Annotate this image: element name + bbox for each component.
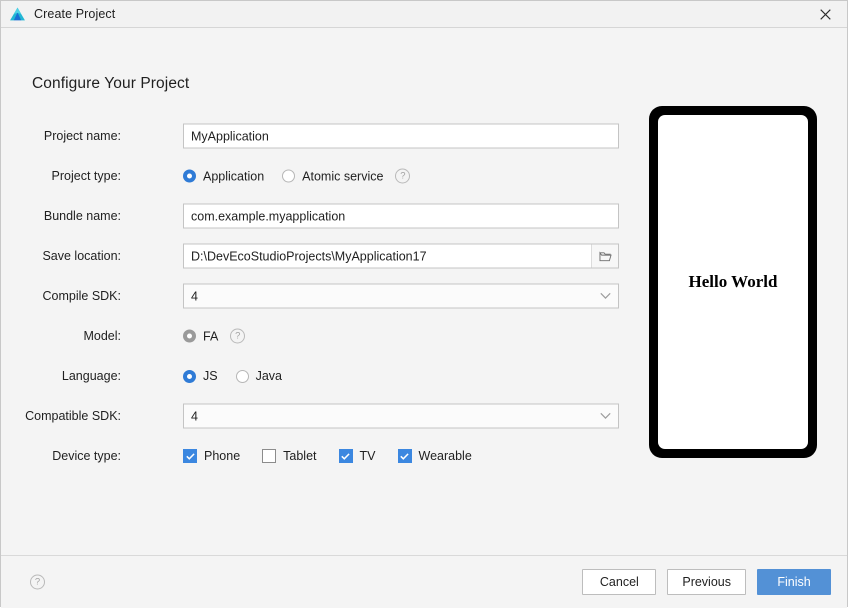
form-row-bundle-name: Bundle name: bbox=[1, 196, 641, 236]
project-type-label: Project type: bbox=[51, 169, 121, 183]
compatible-sdk-value: 4 bbox=[191, 409, 198, 423]
save-location-field bbox=[183, 243, 619, 269]
radio-label: Application bbox=[203, 169, 265, 183]
form-row-model: Model: FA ? bbox=[1, 316, 641, 356]
folder-icon bbox=[599, 250, 612, 261]
title-bar: Create Project bbox=[1, 1, 847, 28]
chevron-down-icon bbox=[600, 412, 611, 419]
configure-project-form: Project name: Project type: Application bbox=[1, 116, 641, 476]
checkbox-device-tablet[interactable]: Tablet bbox=[262, 449, 317, 463]
radio-project-type-application[interactable]: Application bbox=[183, 169, 264, 183]
compile-sdk-value: 4 bbox=[191, 289, 198, 303]
deveco-studio-logo-icon bbox=[10, 7, 25, 20]
footer-help-icon[interactable]: ? bbox=[30, 574, 45, 590]
radio-label: Java bbox=[255, 369, 282, 383]
bundle-name-label: Bundle name: bbox=[43, 209, 121, 223]
project-type-radio-group: Application Atomic service bbox=[183, 169, 383, 183]
checkbox-checked-icon bbox=[397, 449, 412, 463]
finish-button[interactable]: Finish bbox=[757, 569, 831, 595]
language-radio-group: JS Java bbox=[183, 369, 282, 383]
create-project-dialog: Create Project Configure Your Project Pr… bbox=[0, 0, 848, 608]
checkbox-checked-icon bbox=[183, 449, 197, 463]
radio-unselected-icon bbox=[282, 169, 296, 183]
model-label: Model: bbox=[83, 329, 121, 343]
dialog-body: Configure Your Project Project name: Pro… bbox=[1, 28, 847, 555]
compile-sdk-label: Compile SDK: bbox=[42, 289, 122, 303]
compatible-sdk-label: Compatible SDK: bbox=[25, 409, 121, 423]
dialog-footer: ? Cancel Previous Finish bbox=[1, 555, 847, 608]
project-name-label: Project name: bbox=[43, 129, 121, 143]
compile-sdk-dropdown[interactable]: 4 bbox=[183, 283, 619, 309]
checkbox-label: Tablet bbox=[283, 449, 317, 463]
save-location-input[interactable] bbox=[184, 244, 591, 268]
checkbox-checked-icon bbox=[338, 449, 353, 463]
radio-label: JS bbox=[203, 369, 218, 383]
form-row-device-type: Device type: Phone Tablet TV Wearable bbox=[1, 436, 641, 476]
checkbox-device-wearable[interactable]: Wearable bbox=[397, 449, 472, 463]
radio-unselected-icon bbox=[235, 369, 249, 383]
page-title: Configure Your Project bbox=[32, 75, 190, 92]
form-row-compile-sdk: Compile SDK: 4 bbox=[1, 276, 641, 316]
radio-project-type-atomic-service[interactable]: Atomic service bbox=[282, 169, 383, 183]
compatible-sdk-dropdown[interactable]: 4 bbox=[183, 403, 619, 429]
cancel-button[interactable]: Cancel bbox=[582, 569, 657, 595]
checkbox-label: Phone bbox=[204, 449, 241, 463]
close-icon bbox=[819, 8, 831, 20]
radio-language-java[interactable]: Java bbox=[235, 369, 282, 383]
save-location-browse-button[interactable] bbox=[591, 244, 618, 268]
project-type-help-icon[interactable]: ? bbox=[395, 168, 411, 184]
bundle-name-input[interactable] bbox=[183, 203, 619, 229]
close-window-button[interactable] bbox=[803, 1, 847, 27]
checkbox-label: TV bbox=[359, 449, 376, 463]
save-location-label: Save location: bbox=[42, 249, 121, 263]
radio-label: FA bbox=[203, 329, 219, 343]
chevron-down-icon bbox=[600, 292, 611, 299]
checkbox-label: Wearable bbox=[418, 449, 472, 463]
model-help-icon[interactable]: ? bbox=[230, 328, 246, 344]
footer-button-group: Cancel Previous Finish bbox=[582, 569, 831, 595]
preview-hello-world-text: Hello World bbox=[688, 272, 778, 291]
checkbox-device-tv[interactable]: TV bbox=[338, 449, 376, 463]
device-preview: Hello World bbox=[649, 106, 817, 458]
checkbox-device-phone[interactable]: Phone bbox=[183, 449, 240, 463]
form-row-project-name: Project name: bbox=[1, 116, 641, 156]
device-preview-screen: Hello World bbox=[658, 115, 808, 449]
form-row-compatible-sdk: Compatible SDK: 4 bbox=[1, 396, 641, 436]
radio-model-fa[interactable]: FA bbox=[183, 329, 218, 343]
checkbox-unchecked-icon bbox=[262, 449, 277, 463]
radio-selected-icon bbox=[183, 369, 196, 383]
radio-selected-icon bbox=[183, 169, 196, 183]
model-radio-group: FA bbox=[183, 329, 218, 343]
radio-selected-disabled-icon bbox=[183, 329, 196, 343]
project-name-input[interactable] bbox=[183, 123, 619, 149]
device-type-checkbox-group: Phone Tablet TV Wearable bbox=[183, 449, 472, 463]
radio-language-js[interactable]: JS bbox=[183, 369, 218, 383]
window-title: Create Project bbox=[34, 7, 116, 21]
previous-button[interactable]: Previous bbox=[667, 569, 746, 595]
form-row-save-location: Save location: bbox=[1, 236, 641, 276]
form-row-language: Language: JS Java bbox=[1, 356, 641, 396]
form-row-project-type: Project type: Application Atomic service… bbox=[1, 156, 641, 196]
device-type-label: Device type: bbox=[52, 449, 121, 463]
radio-label: Atomic service bbox=[302, 169, 384, 183]
language-label: Language: bbox=[61, 369, 121, 383]
